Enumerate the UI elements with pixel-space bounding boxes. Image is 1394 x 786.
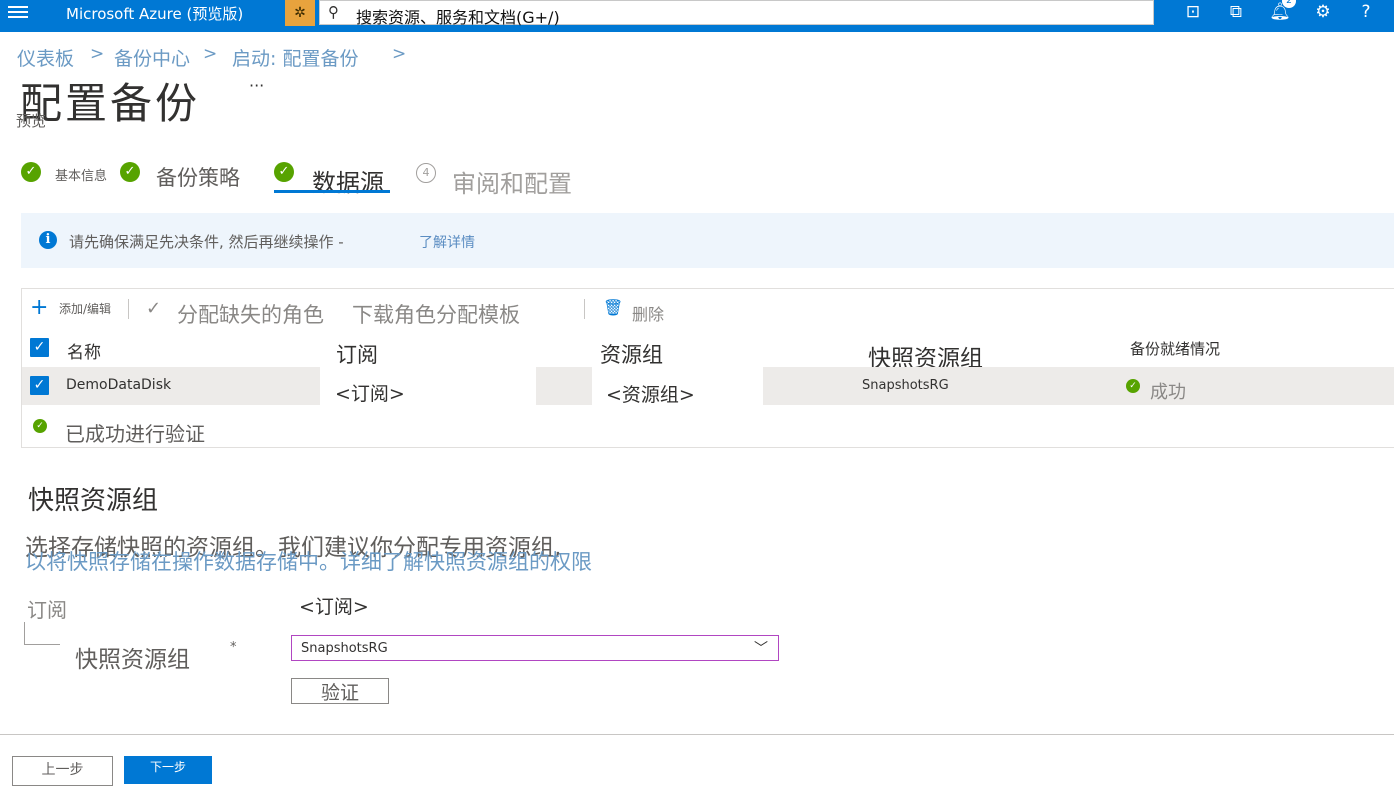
tree-connector xyxy=(24,644,60,645)
breadcrumb-backup-center[interactable]: 备份中心 xyxy=(114,44,190,71)
next-button[interactable]: 下一步 xyxy=(124,756,212,784)
row-checkbox[interactable]: ✓ xyxy=(30,376,49,395)
column-header-subscription[interactable]: 订阅 xyxy=(336,339,378,369)
required-indicator: * xyxy=(230,640,237,655)
breadcrumb-chevron-icon: > xyxy=(392,44,407,64)
more-options-icon[interactable]: ··· xyxy=(249,76,264,95)
footer-divider xyxy=(0,734,1394,735)
snapshot-rg-selected: SnapshotsRG xyxy=(301,641,388,656)
hamburger-menu-icon[interactable] xyxy=(8,3,28,23)
search-placeholder: 搜索资源、服务和文档(G+/) xyxy=(356,8,560,27)
step-review-configure[interactable]: 审阅和配置 xyxy=(452,164,572,199)
info-text: 请先确保满足先决条件, 然后再继续操作 - xyxy=(69,233,344,251)
step-backup-policy[interactable]: 备份策略 xyxy=(156,162,240,192)
top-bar: Microsoft Azure (预览版) ✲ ⚲ 搜索资源、服务和文档(G+/… xyxy=(0,0,1394,32)
learn-more-link[interactable]: 了解详情 xyxy=(419,232,475,252)
portal-brand[interactable]: Microsoft Azure (预览版) xyxy=(66,3,243,24)
cell-snapshot-rg: SnapshotsRG xyxy=(862,378,949,393)
breadcrumb-configure-backup[interactable]: 启动: 配置备份 xyxy=(232,44,358,71)
preview-bug-icon[interactable]: ✲ xyxy=(285,0,315,26)
help-icon[interactable]: ? xyxy=(1354,2,1378,22)
chevron-down-icon: ﹀ xyxy=(754,641,768,657)
toolbar-divider xyxy=(128,299,129,319)
trash-icon: 🗑︎ xyxy=(603,298,624,317)
select-all-checkbox[interactable]: ✓ xyxy=(30,338,49,357)
subscription-label: 订阅 xyxy=(27,598,67,622)
add-edit-button[interactable]: 添加/编辑 xyxy=(59,300,111,317)
notification-badge: 2 xyxy=(1282,0,1296,8)
step-review-number: 4 xyxy=(416,163,436,183)
download-role-template-button[interactable]: 下载角色分配模板 xyxy=(352,299,520,329)
step-policy-check-icon: ✓ xyxy=(120,162,140,182)
delete-button[interactable]: 删除 xyxy=(632,301,664,325)
validation-success-icon: ✓ xyxy=(33,419,47,433)
success-check-icon: ✓ xyxy=(1126,379,1140,393)
step-datasource-check-icon: ✓ xyxy=(274,162,294,182)
cell-resource-group: <资源组> xyxy=(606,384,695,406)
snapshot-rg-dropdown[interactable]: SnapshotsRG ﹀ xyxy=(291,635,779,661)
table-row-segment xyxy=(536,367,592,405)
search-icon: ⚲ xyxy=(328,3,339,21)
page-subtitle: 预览 xyxy=(16,112,47,130)
info-icon: i xyxy=(39,231,57,249)
info-banner: i 请先确保满足先决条件, 然后再继续操作 - 了解详情 xyxy=(21,213,1394,268)
add-icon: + xyxy=(30,295,49,320)
validate-button[interactable]: 验证 xyxy=(291,678,389,704)
toolbar-divider xyxy=(584,299,585,319)
snapshot-permissions-link[interactable]: 以将快照存储在操作数据存储中。详细了解快照资源组的权限 xyxy=(25,546,592,576)
assign-check-icon: ✓ xyxy=(146,298,162,319)
subscription-value: <订阅> xyxy=(299,596,369,618)
breadcrumb-dashboard[interactable]: 仪表板 xyxy=(17,44,74,71)
assign-missing-roles-button[interactable]: 分配缺失的角色 xyxy=(177,299,324,329)
cell-name: DemoDataDisk xyxy=(66,377,172,393)
tree-connector xyxy=(24,622,25,644)
column-header-readiness[interactable]: 备份就绪情况 xyxy=(1130,338,1220,359)
directory-filter-icon[interactable]: ⧉ xyxy=(1224,2,1248,22)
step-basics[interactable]: 基本信息 xyxy=(55,165,107,184)
column-header-name[interactable]: 名称 xyxy=(67,338,101,363)
breadcrumb-separator: > xyxy=(203,44,218,64)
column-header-resource-group[interactable]: 资源组 xyxy=(600,339,663,369)
page-title: 配置备份 xyxy=(20,79,201,128)
settings-gear-icon[interactable]: ⚙ xyxy=(1311,2,1335,22)
step-basics-check-icon: ✓ xyxy=(21,162,41,182)
validation-message: 已成功进行验证 xyxy=(65,422,205,446)
snapshot-section-title: 快照资源组 xyxy=(28,486,159,516)
snapshot-rg-label: 快照资源组 xyxy=(75,647,190,673)
cloud-shell-icon[interactable]: ⊡ xyxy=(1181,2,1205,22)
table-row-segment xyxy=(763,367,1394,405)
cell-subscription: <订阅> xyxy=(335,383,405,405)
global-search[interactable]: ⚲ 搜索资源、服务和文档(G+/) xyxy=(319,0,1154,27)
breadcrumb-separator: > xyxy=(90,44,105,64)
previous-button[interactable]: 上一步 xyxy=(12,756,113,786)
cell-readiness: 成功 xyxy=(1150,382,1186,403)
active-step-indicator xyxy=(274,190,390,193)
